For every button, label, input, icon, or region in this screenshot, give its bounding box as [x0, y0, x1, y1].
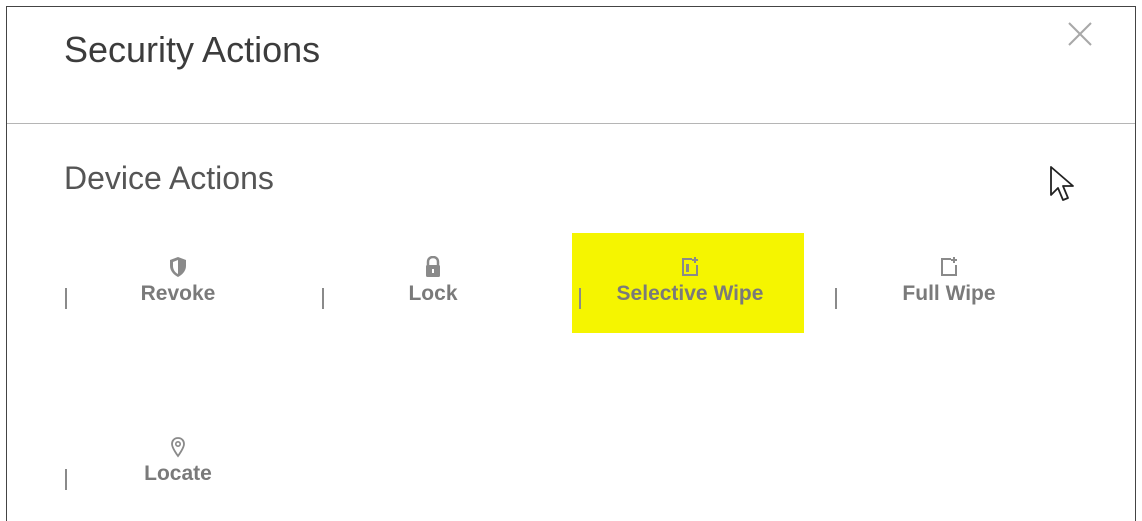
selective-wipe-action[interactable]: Selective Wipe [605, 256, 775, 306]
close-icon [1068, 22, 1092, 46]
dialog-title: Security Actions [64, 29, 321, 70]
action-label: Locate [144, 462, 212, 485]
action-separator [65, 469, 67, 490]
selective-wipe-icon [682, 257, 698, 276]
lock-action[interactable]: Lock [385, 256, 481, 306]
action-separator [579, 288, 581, 309]
location-pin-icon [171, 437, 185, 458]
action-separator [65, 288, 67, 309]
locate-action[interactable]: Locate [130, 436, 226, 486]
action-label: Revoke [140, 282, 216, 305]
close-button[interactable] [1065, 19, 1095, 49]
section-title: Device Actions [64, 160, 274, 196]
full-wipe-icon [941, 257, 957, 276]
shield-icon [170, 257, 186, 277]
mouse-cursor-icon [1050, 166, 1074, 201]
revoke-action[interactable]: Revoke [130, 256, 226, 306]
action-label: Full Wipe [902, 282, 996, 305]
full-wipe-action[interactable]: Full Wipe [890, 256, 1008, 306]
dialog-header: Security Actions [7, 7, 1135, 124]
action-label: Selective Wipe [616, 282, 764, 305]
security-actions-dialog: Security Actions Device Actions Revoke L… [6, 6, 1136, 521]
lock-icon [426, 256, 440, 277]
action-separator [835, 288, 837, 309]
action-label: Lock [408, 282, 458, 305]
action-separator [322, 288, 324, 309]
